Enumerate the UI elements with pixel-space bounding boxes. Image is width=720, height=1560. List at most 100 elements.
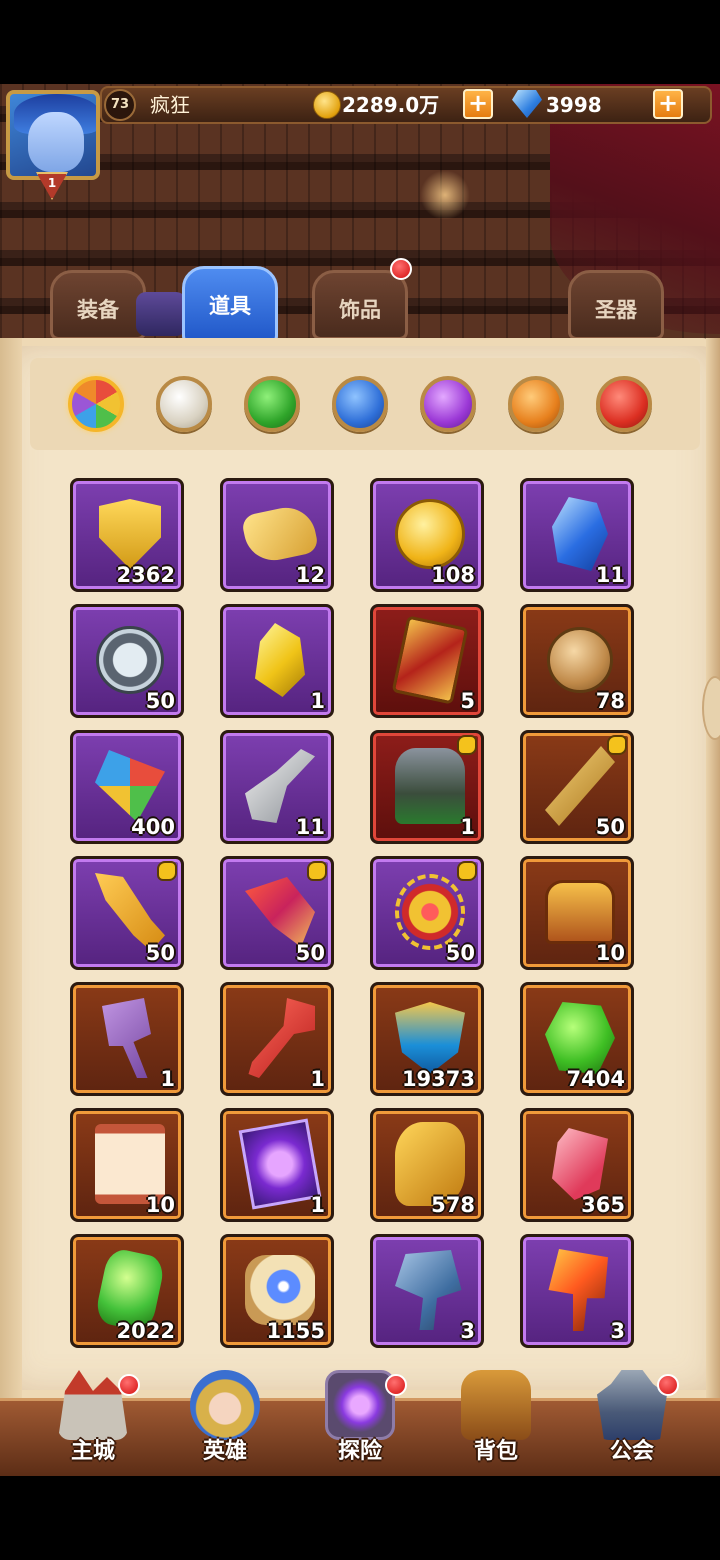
filter-purple-button[interactable]	[420, 376, 476, 432]
nav-label: 背包	[473, 1439, 518, 1464]
item-count: 11	[595, 563, 625, 587]
item-count: 50	[445, 941, 475, 965]
item-count: 19373	[401, 1067, 475, 1091]
item-slot[interactable]: 5	[370, 604, 484, 718]
tab-items[interactable]: 道具	[182, 266, 278, 344]
lava-hammer-icon	[548, 1249, 608, 1331]
item-grid: 2362 12 108 11 50 1 5 78 400 11 1 50 50 …	[70, 478, 636, 1350]
nav-label: 探险	[337, 1439, 382, 1464]
adventure-portal-icon	[325, 1370, 395, 1440]
add-gold-button[interactable]: +	[463, 89, 493, 119]
backpack-icon	[461, 1370, 531, 1440]
item-slot[interactable]: 3	[370, 1234, 484, 1348]
item-count: 78	[595, 689, 625, 713]
filter-white-button[interactable]	[156, 376, 212, 432]
item-count: 1	[310, 1193, 325, 1217]
shard-icon	[457, 861, 477, 881]
item-slot[interactable]: 12	[220, 478, 334, 592]
orb-scroll-icon	[245, 1255, 315, 1325]
filter-blue-button[interactable]	[332, 376, 388, 432]
item-slot[interactable]: 2022	[70, 1234, 184, 1348]
item-slot[interactable]: 3	[520, 1234, 634, 1348]
item-count: 50	[595, 815, 625, 839]
item-slot[interactable]: 2362	[70, 478, 184, 592]
item-slot[interactable]: 7404	[520, 982, 634, 1096]
filter-green-button[interactable]	[244, 376, 300, 432]
nav-heroes[interactable]: 英雄	[170, 1370, 280, 1476]
gauntlet-icon	[395, 748, 465, 824]
player-level: 73	[104, 89, 136, 121]
item-slot[interactable]: 10	[520, 856, 634, 970]
shovel-icon	[245, 749, 315, 823]
gold-shield-icon	[99, 499, 161, 569]
gold-coin-icon	[395, 499, 465, 569]
notification-dot	[385, 1374, 407, 1396]
item-slot[interactable]: 1155	[220, 1234, 334, 1348]
treasure-chest-icon	[545, 880, 615, 944]
gold-amount: 2289.0万	[342, 93, 440, 117]
item-slot[interactable]: 1	[220, 1108, 334, 1222]
item-slot[interactable]: 78	[520, 604, 634, 718]
filter-all-button[interactable]	[68, 376, 124, 432]
nav-backpack[interactable]: 背包	[441, 1370, 551, 1476]
tab-equipment[interactable]: 装备	[50, 270, 146, 340]
item-count: 1	[160, 1067, 175, 1091]
item-slot[interactable]: 365	[520, 1108, 634, 1222]
nav-main-city[interactable]: 主城	[38, 1370, 148, 1476]
item-slot[interactable]: 1	[370, 730, 484, 844]
item-slot[interactable]: 19373	[370, 982, 484, 1096]
stone-hammer-icon	[395, 1250, 462, 1330]
item-count: 400	[131, 815, 175, 839]
item-slot[interactable]: 1	[220, 982, 334, 1096]
item-count: 7404	[566, 1067, 625, 1091]
blue-crystal-icon	[552, 497, 608, 571]
yellow-crystal-icon	[255, 623, 305, 697]
red-scroll-icon	[95, 1124, 165, 1204]
item-slot[interactable]: 50	[220, 856, 334, 970]
item-count: 50	[145, 941, 175, 965]
scroll-roll-decoration	[136, 292, 186, 336]
item-slot[interactable]: 400	[70, 730, 184, 844]
hero-icon	[190, 1370, 260, 1440]
item-count: 3	[460, 1319, 475, 1343]
player-avatar[interactable]	[6, 90, 100, 180]
nav-adventure[interactable]: 探险	[305, 1370, 415, 1476]
add-gems-button[interactable]: +	[653, 89, 683, 119]
panel-right-edge	[706, 338, 720, 1398]
tab-artifacts[interactable]: 圣器	[568, 270, 664, 340]
filter-orange-button[interactable]	[508, 376, 564, 432]
status-bar	[0, 0, 720, 84]
golden-sword-icon	[545, 746, 615, 826]
item-slot[interactable]: 1	[70, 982, 184, 1096]
tab-accessories[interactable]: 饰品	[312, 270, 408, 340]
item-count: 1155	[266, 1319, 325, 1343]
filter-red-button[interactable]	[596, 376, 652, 432]
item-slot[interactable]: 50	[370, 856, 484, 970]
green-gem-icon	[545, 1002, 615, 1074]
player-name: 疯狂	[150, 93, 190, 117]
item-slot[interactable]: 578	[370, 1108, 484, 1222]
phoenix-blade-icon	[245, 877, 315, 947]
castle-icon	[58, 1370, 128, 1440]
item-slot[interactable]: 50	[70, 856, 184, 970]
item-count: 2022	[116, 1319, 175, 1343]
nav-label: 公会	[609, 1439, 654, 1464]
item-count: 108	[431, 563, 475, 587]
item-slot[interactable]: 1	[220, 604, 334, 718]
item-slot[interactable]: 11	[220, 730, 334, 844]
item-slot[interactable]: 50	[70, 604, 184, 718]
item-count: 12	[295, 563, 325, 587]
bronze-coin-icon	[547, 627, 613, 693]
crown-emblem-icon	[395, 1002, 465, 1074]
item-count: 1	[310, 1067, 325, 1091]
shard-icon	[457, 735, 477, 755]
item-count: 578	[431, 1193, 475, 1217]
item-slot[interactable]: 11	[520, 478, 634, 592]
item-slot[interactable]: 108	[370, 478, 484, 592]
gold-puzzle-icon	[240, 502, 320, 566]
nav-guild[interactable]: 公会	[577, 1370, 687, 1476]
item-count: 5	[460, 689, 475, 713]
item-slot[interactable]: 50	[520, 730, 634, 844]
item-count: 365	[581, 1193, 625, 1217]
item-slot[interactable]: 10	[70, 1108, 184, 1222]
